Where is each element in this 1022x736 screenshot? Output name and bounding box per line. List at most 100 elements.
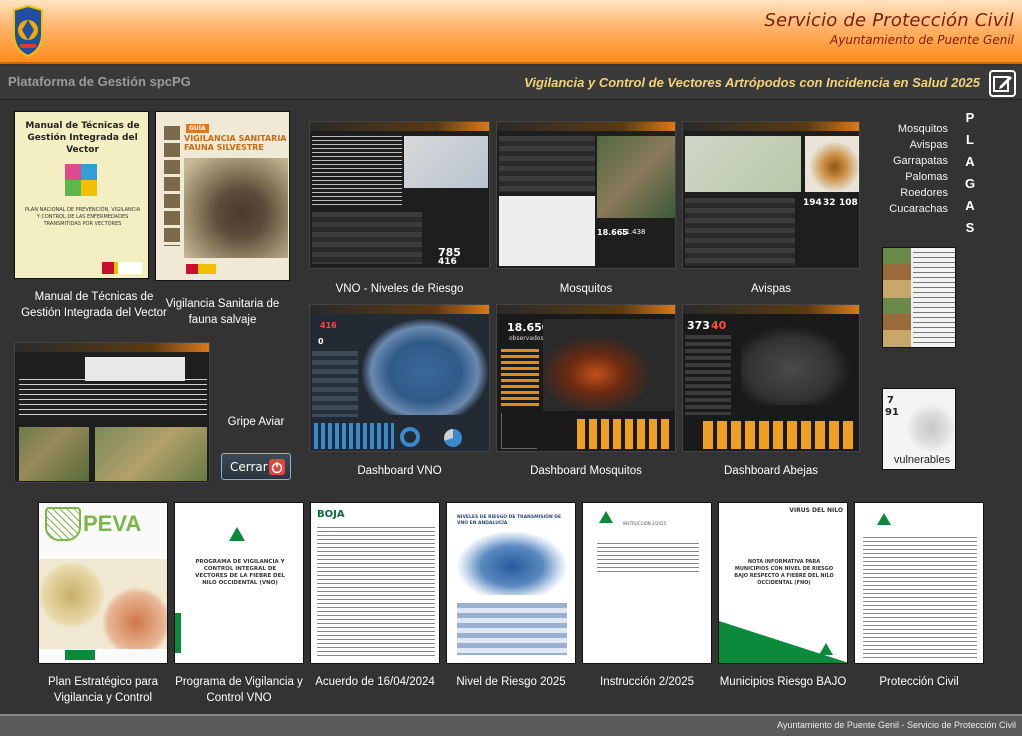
doc-municipios-riesgo-bajo[interactable]: VIRUS DEL NILO NOTA INFORMATIVA PARA MUN… [718,502,848,664]
app-header: Servicio de Protección Civil Ayuntamient… [0,0,1022,64]
stat-194: 194 [803,198,822,208]
risk-table [457,603,567,655]
vulnerables-thumbnail[interactable]: 7 91 vulnerables [882,388,956,470]
mosquito-alert-panel [499,196,595,266]
plaga-roedores[interactable]: Roedores [858,187,948,199]
plaga-avispas[interactable]: Avispas [858,139,948,151]
line-chart [501,413,537,449]
doc-peva[interactable]: PEVA [38,502,168,664]
doc-instruccion-2-2025[interactable]: INSTRUCCIÓN 2/2025 [582,502,712,664]
caption-nivel-riesgo: Nivel de Riesgo 2025 [456,676,566,688]
plaga-palomas[interactable]: Palomas [858,171,948,183]
thumb-table [499,136,595,192]
thumb-text-block [19,379,207,417]
ministerio-logo [186,264,216,274]
plagas-vertical-label: P L A G A S [963,107,977,239]
page-subject: Vigilancia y Control de Vectores Artrópo… [524,75,980,90]
plagas-species-table[interactable] [882,247,956,348]
andalucia-map [362,319,488,415]
caption-vigilancia-fauna: Vigilancia Sanitaria de fauna salvaje [165,298,280,326]
species-photos [883,248,911,347]
footer-text: Ayuntamiento de Puente Genil - Servicio … [777,720,1016,730]
edit-button[interactable] [989,70,1016,97]
iberia-map [741,325,851,405]
stat-observados: observados [509,335,544,342]
caption-acuerdo: Acuerdo de 16/04/2024 [315,676,435,688]
dashboard-vno-niveles-riesgo[interactable]: 785 416 [309,121,490,269]
stat-416: 416 [438,257,457,267]
thumb-list [312,351,358,417]
caption-instruccion: Instrucción 2/2025 [600,676,694,688]
dashboard-mosquitos[interactable]: 18.665 11.438 [496,121,676,269]
dashboard-avispas[interactable]: 194 32 108 [682,121,860,269]
title-bar: Plataforma de Gestión spcPG Vigilancia y… [0,66,1022,100]
caption-mosquitos: Mosquitos [559,283,613,295]
cerrar-button[interactable]: Cerrar [221,453,291,480]
caption-proteccion-civil: Protección Civil [879,676,959,688]
caption-dashboard-vno: Dashboard VNO [357,465,442,477]
vuln-n1: 7 [887,395,894,406]
proteccion-civil-logo [13,4,43,58]
gripe-aviar-thumbnail[interactable] [14,342,210,483]
cover-title: Manual de Técnicas de Gestión Integrada … [25,121,140,155]
puzzle-icon [65,164,97,196]
boar-photo [184,158,288,258]
thumb-map [404,136,488,188]
body-text [863,537,977,659]
thumb-topbar [497,122,675,131]
wasp-photo [805,136,859,192]
thumb-topbar [683,122,859,131]
plagas-letter: L [966,132,974,147]
doc-vigilancia-fauna-salvaje[interactable]: GUÍA VIGILANCIA SANITARIA FAUNA SILVESTR… [155,111,290,281]
junta-logo [599,511,613,523]
plagas-letter: S [965,220,975,235]
species-text [913,252,955,346]
thumb-topbar [310,122,489,131]
dashboard-abejas[interactable]: 373 40 [682,304,860,452]
ministerio-logo [102,262,142,274]
cover-title: NOTA INFORMATIVA PARA MUNICIPIOS CON NIV… [734,559,834,586]
thumb-topbar [310,305,489,314]
stat-373: 373 [687,319,710,332]
cover-subtitle: PLAN NACIONAL DE PREVENCIÓN, VIGILANCIA … [24,207,141,227]
plaga-mosquitos[interactable]: Mosquitos [858,123,948,135]
caption-avispas: Avispas [750,283,792,295]
thumb-list [685,335,731,415]
dashboard-vno[interactable]: 416 0 [309,304,490,452]
vuln-map [907,401,955,455]
boja-title: BOJA [317,509,345,520]
cover-tag: GUÍA [186,124,209,133]
doc-programa-vno[interactable]: PROGRAMA DE VIGILANCIA Y CONTROL INTEGRA… [174,502,304,664]
platform-name: Plataforma de Gestión spcPG [8,74,191,89]
plaga-cucarachas[interactable]: Cucarachas [858,203,948,215]
caption-municipios: Municipios Riesgo BAJO [719,676,847,688]
stat-416: 416 [320,321,337,330]
europe-map [543,319,675,411]
dashboard-mosquitos-2[interactable]: 18.650 observados [496,304,676,452]
stat-11438: 11.438 [621,228,646,236]
doc-nivel-riesgo-2025[interactable]: NIVELES DE RIESGO DE TRANSMISIÓN DE VNO … [446,502,576,664]
plaga-garrapatas[interactable]: Garrapatas [858,155,948,167]
column-chart [703,421,853,449]
page-root: { "header": { "title": "Servicio de Prot… [0,0,1022,736]
header-title: Servicio de Protección Civil [764,10,1014,31]
caption-peva: Plan Estratégico para Vigilancia y Contr… [48,676,158,704]
doc-manual-gestion-integrada[interactable]: Manual de Técnicas de Gestión Integrada … [14,111,149,279]
cover-title: PROGRAMA DE VIGILANCIA Y CONTROL INTEGRA… [195,559,285,586]
thumb-text [312,136,402,206]
stat-108: 108 [839,198,858,208]
doc-acuerdo-boja[interactable]: BOJA [310,502,440,664]
thumb-table [312,212,422,264]
power-icon [269,459,285,475]
body-text [317,527,435,657]
doc-proteccion-civil[interactable] [854,502,984,664]
thumb-topbar [497,305,675,314]
thumb-table [685,198,795,266]
bar-chart [314,423,394,449]
edit-icon [993,76,1012,92]
caption-programa-vno: Programa de Vigilancia y Control VNO [175,676,303,704]
junta-logo [819,643,833,655]
caption-dashboard-mosquitos: Dashboard Mosquitos [530,465,642,477]
green-side-bar [175,613,181,653]
thumb-strip [164,126,180,246]
